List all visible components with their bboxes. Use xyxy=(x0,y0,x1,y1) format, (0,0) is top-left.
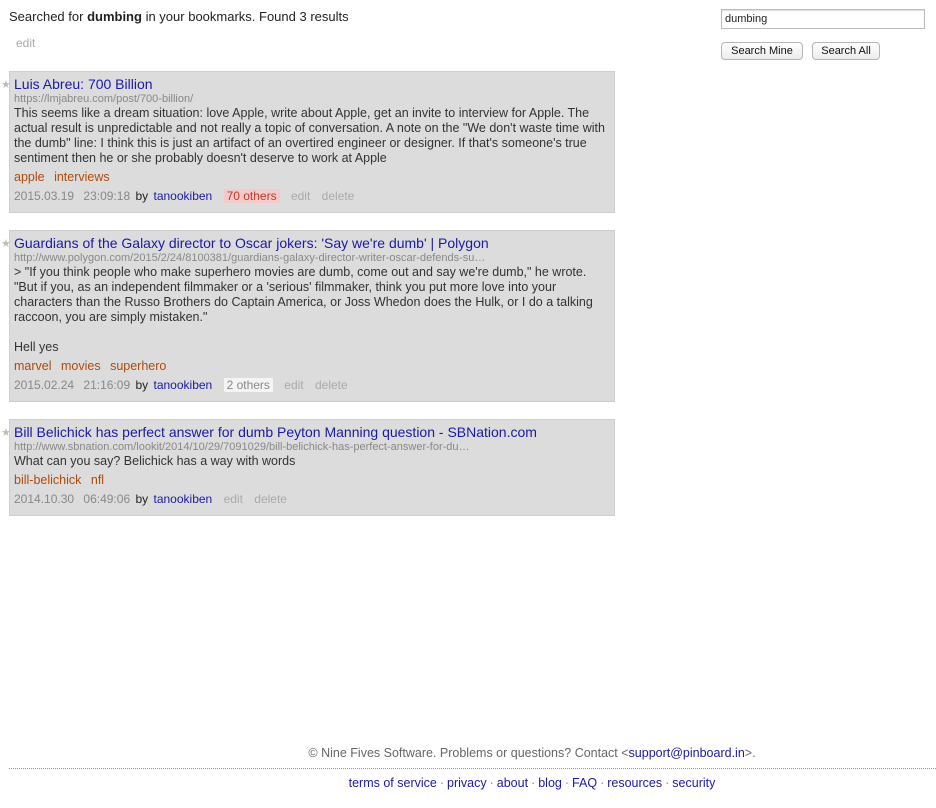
edit-bookmark-link[interactable]: edit xyxy=(224,492,243,506)
tag-link[interactable]: bill-belichick xyxy=(14,473,81,487)
user-link[interactable]: tanookiben xyxy=(154,378,213,392)
search-mine-button[interactable]: Search Mine xyxy=(721,42,803,60)
privacy-link[interactable]: privacy xyxy=(447,776,487,790)
bookmark-time: 23:09:18 xyxy=(83,189,131,203)
bookmark-tags: marvel movies superhero xyxy=(14,358,614,374)
delete-bookmark-link[interactable]: delete xyxy=(322,189,355,203)
bookmark-description: What can you say? Belichick has a way wi… xyxy=(14,454,296,468)
tag-link[interactable]: marvel xyxy=(14,359,52,373)
delete-bookmark-link[interactable]: delete xyxy=(315,378,348,392)
about-link[interactable]: about xyxy=(497,776,528,790)
star-icon[interactable]: ★ xyxy=(1,78,11,91)
bookmark-time: 21:16:09 xyxy=(83,378,131,392)
footer-separator: · xyxy=(600,776,605,790)
tag-link[interactable]: movies xyxy=(61,359,101,373)
search-query: dumbing xyxy=(87,9,142,24)
bookmark-title-link[interactable]: Bill Belichick has perfect answer for du… xyxy=(14,424,614,440)
footer-separator: · xyxy=(531,776,536,790)
search-input[interactable] xyxy=(721,9,925,29)
bookmark-meta: 2015.02.24 21:16:09 by tanookiben 2 othe… xyxy=(14,377,614,393)
tag-link[interactable]: nfl xyxy=(91,473,104,487)
bookmark-title-link[interactable]: Guardians of the Galaxy director to Osca… xyxy=(14,235,614,251)
footer-note-prefix: © Nine Fives Software. Problems or quest… xyxy=(308,746,629,760)
search-all-button[interactable]: Search All xyxy=(812,42,880,60)
bookmark-tags: apple interviews xyxy=(14,169,614,185)
bookmark-date[interactable]: 2014.10.30 xyxy=(14,492,74,506)
bookmark-meta: 2014.10.30 06:49:06 by tanookiben edit d… xyxy=(14,491,614,507)
summary-suffix: in your bookmarks. Found 3 results xyxy=(145,9,349,24)
bookmark-item: ★ Luis Abreu: 700 Billion https://lmjabr… xyxy=(1,71,615,213)
by-label: by xyxy=(135,492,149,506)
edit-bookmark-link[interactable]: edit xyxy=(291,189,310,203)
user-link[interactable]: tanookiben xyxy=(154,492,213,506)
by-label: by xyxy=(135,189,149,203)
resources-link[interactable]: resources xyxy=(607,776,662,790)
delete-bookmark-link[interactable]: delete xyxy=(254,492,287,506)
bookmark-url: http://www.sbnation.com/lookit/2014/10/2… xyxy=(14,441,470,453)
bookmark-description: > "If you think people who make superher… xyxy=(14,265,593,354)
support-email-link[interactable]: support@pinboard.in xyxy=(629,746,745,760)
security-link[interactable]: security xyxy=(672,776,715,790)
footer-note: © Nine Fives Software. Problems or quest… xyxy=(0,746,936,760)
blog-link[interactable]: blog xyxy=(538,776,562,790)
footer-separator: · xyxy=(564,776,570,790)
bookmark-description: This seems like a dream situation: love … xyxy=(14,106,605,165)
footer-divider xyxy=(9,768,936,769)
summary-prefix: Searched for xyxy=(9,9,84,24)
bookmark-title-link[interactable]: Luis Abreu: 700 Billion xyxy=(14,76,614,92)
edit-bookmark-link[interactable]: edit xyxy=(284,378,303,392)
bookmark-meta: 2015.03.19 23:09:18 by tanookiben 70 oth… xyxy=(14,188,614,204)
user-link[interactable]: tanookiben xyxy=(154,189,213,203)
bookmark-item: ★ Bill Belichick has perfect answer for … xyxy=(1,419,615,516)
footer-separator: · xyxy=(665,776,670,790)
others-count-link[interactable]: 70 others xyxy=(223,189,280,203)
footer-links: terms of service · privacy · about · blog · FAQ ·… xyxy=(0,776,936,790)
tag-link[interactable]: apple xyxy=(14,170,45,184)
search-summary: Searched for dumbing in your bookmarks. … xyxy=(9,9,349,24)
footer-note-suffix: >. xyxy=(744,746,756,760)
tag-link[interactable]: superhero xyxy=(110,359,166,373)
by-label: by xyxy=(135,378,149,392)
bookmark-url: http://www.polygon.com/2015/2/24/8100381… xyxy=(14,252,486,264)
bookmark-time: 06:49:06 xyxy=(83,492,131,506)
star-icon[interactable]: ★ xyxy=(1,426,11,439)
others-count-link[interactable]: 2 others xyxy=(223,378,273,392)
tag-link[interactable]: interviews xyxy=(54,170,110,184)
bookmark-date[interactable]: 2015.02.24 xyxy=(14,378,74,392)
terms-of-service-link[interactable]: terms of service xyxy=(349,776,437,790)
bookmark-tags: bill-belichick nfl xyxy=(14,472,614,488)
edit-search-link[interactable]: edit xyxy=(16,36,35,50)
bookmark-url: https://lmjabreu.com/post/700-billion/ xyxy=(14,93,194,105)
star-icon[interactable]: ★ xyxy=(1,237,11,250)
bookmark-item: ★ Guardians of the Galaxy director to Os… xyxy=(1,230,615,402)
footer-separator: · xyxy=(439,776,445,790)
faq-link[interactable]: FAQ xyxy=(572,776,597,790)
bookmark-date[interactable]: 2015.03.19 xyxy=(14,189,74,203)
footer-separator: · xyxy=(489,776,494,790)
